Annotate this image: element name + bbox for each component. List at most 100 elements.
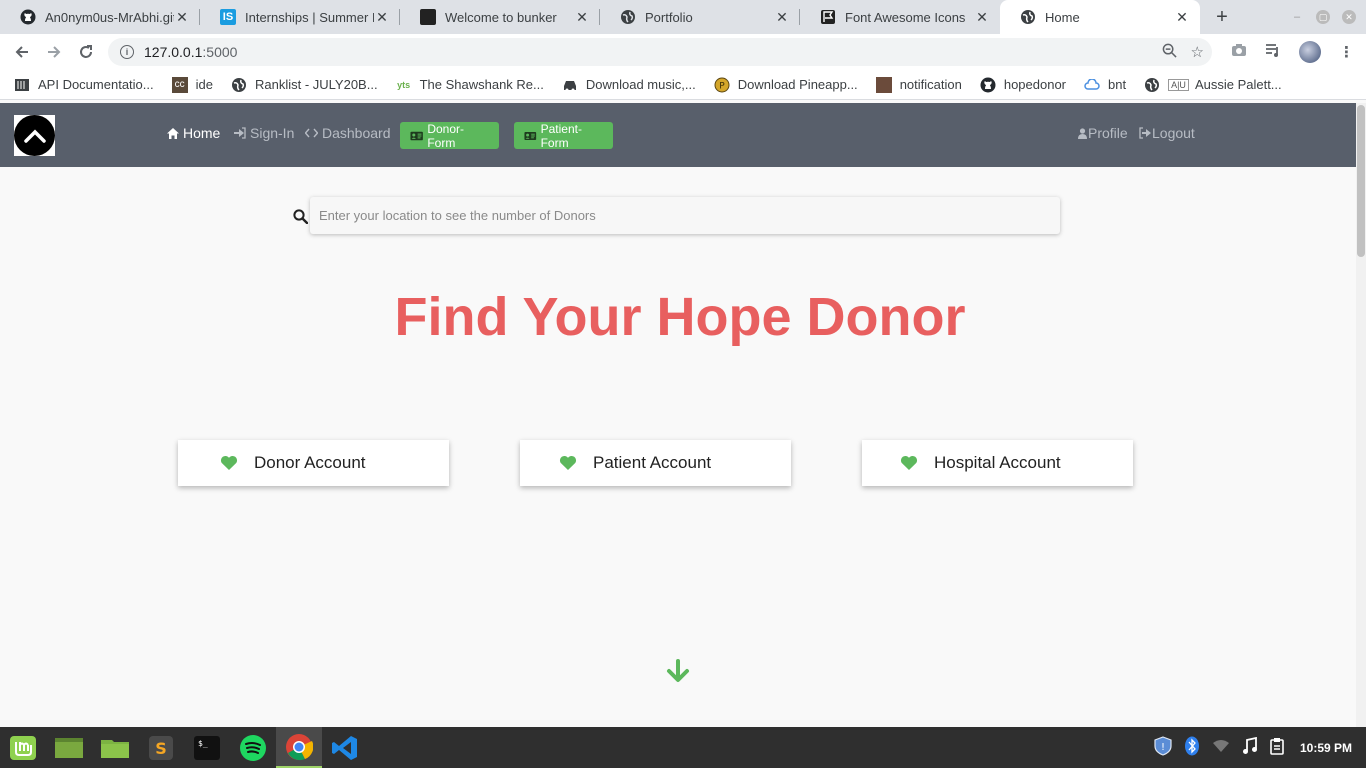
bookmark-item[interactable]: Ranklist - JULY20B... (231, 77, 378, 93)
internshala-icon: IS (220, 9, 236, 25)
bookmark-item[interactable]: notification (875, 76, 962, 93)
nav-home-label: Home (183, 125, 221, 141)
reload-button[interactable] (70, 36, 102, 68)
bookmark-item[interactable]: API Documentatio... (14, 77, 154, 93)
scrollbar-thumb[interactable] (1357, 105, 1365, 257)
tab-portfolio[interactable]: Portfolio ✕ (600, 0, 800, 34)
close-window-icon[interactable]: ✕ (1342, 10, 1356, 24)
bookmark-star-icon[interactable]: ☆ (1191, 43, 1204, 61)
patient-account-button[interactable]: Patient Account (520, 440, 791, 486)
camera-icon[interactable] (1231, 43, 1247, 61)
tab-close-icon[interactable]: ✕ (574, 9, 590, 26)
hospital-account-button[interactable]: Hospital Account (862, 440, 1133, 486)
zoom-icon[interactable] (1162, 43, 1177, 62)
nav-home[interactable]: Home (167, 125, 220, 141)
bookmark-label: The Shawshank Re... (419, 77, 544, 92)
bookmark-label: API Documentatio... (38, 77, 154, 92)
clock[interactable]: 10:59 PM (1300, 741, 1352, 755)
code-icon (305, 128, 318, 138)
donor-account-button[interactable]: Donor Account (178, 440, 449, 486)
nav-dashboard[interactable]: Dashboard (305, 125, 391, 141)
id-card-icon (524, 131, 537, 140)
tab-internshala[interactable]: IS Internships | Summer In ✕ (200, 0, 400, 34)
bookmark-label: notification (899, 77, 962, 92)
terminal-icon[interactable]: $_ (184, 727, 230, 768)
chrome-icon[interactable] (276, 727, 322, 768)
shield-icon[interactable]: ! (1154, 736, 1172, 759)
wifi-icon[interactable] (1212, 739, 1230, 756)
bookmark-label: Aussie Palett... (1194, 77, 1282, 92)
id-card-icon (410, 131, 423, 140)
nav-signin[interactable]: Sign-In (234, 125, 294, 141)
profile-avatar[interactable] (1299, 41, 1321, 63)
hero-title: Find Your Hope Donor (394, 287, 966, 347)
search-icon (293, 209, 309, 227)
files-folder-icon[interactable] (92, 727, 138, 768)
tab-close-icon[interactable]: ✕ (774, 9, 790, 26)
portrait-icon (875, 76, 892, 93)
tab-close-icon[interactable]: ✕ (174, 9, 190, 26)
bookmark-item[interactable]: Download music,... (562, 77, 696, 93)
browser-tab-strip: An0nym0us-MrAbhi.gith ✕ IS Internships |… (0, 0, 1366, 34)
media-queue-icon[interactable] (1265, 43, 1281, 61)
github-icon (980, 77, 996, 93)
coin-icon: P (714, 77, 730, 93)
bookmark-item[interactable]: hopedonor (980, 77, 1066, 93)
bluetooth-icon[interactable] (1184, 736, 1200, 759)
bunker-icon (420, 9, 436, 25)
patient-form-button[interactable]: Patient-Form (514, 122, 613, 150)
page-scrollbar[interactable] (1356, 103, 1366, 727)
bookmark-item[interactable]: A|U Aussie Palett... (1144, 77, 1282, 93)
tab-font-awesome[interactable]: Font Awesome Icons ✕ (800, 0, 1000, 34)
arrow-down-icon[interactable] (666, 659, 690, 686)
tab-close-icon[interactable]: ✕ (374, 9, 390, 26)
bookmark-item[interactable]: yts The Shawshank Re... (396, 77, 544, 93)
tab-close-icon[interactable]: ✕ (974, 9, 990, 26)
svg-text:S: S (155, 739, 167, 758)
cloud-icon (1084, 77, 1100, 93)
bookmark-item[interactable]: bnt (1084, 77, 1126, 93)
clipboard-icon[interactable] (1270, 737, 1284, 758)
donor-form-button[interactable]: Donor-Form (400, 121, 499, 150)
tab-close-icon[interactable]: ✕ (1174, 9, 1190, 26)
tab-bunker[interactable]: Welcome to bunker ✕ (400, 0, 600, 34)
github-icon (20, 9, 36, 25)
vscode-icon[interactable] (322, 727, 368, 768)
svg-text:$_: $_ (198, 739, 208, 748)
tab-title: An0nym0us-MrAbhi.gith (45, 9, 174, 25)
restore-icon[interactable]: ▢ (1316, 10, 1330, 24)
heart-icon (559, 455, 577, 471)
forward-button[interactable] (38, 36, 70, 68)
nav-dashboard-label: Dashboard (322, 125, 391, 141)
donor-form-label: Donor-Form (427, 121, 465, 150)
new-tab-button[interactable]: + (1200, 0, 1244, 34)
spotify-icon[interactable] (230, 727, 276, 768)
tab-home[interactable]: Home ✕ (1000, 0, 1200, 34)
tab-github[interactable]: An0nym0us-MrAbhi.gith ✕ (0, 0, 200, 34)
back-button[interactable] (6, 36, 38, 68)
arrow-left-icon (15, 46, 28, 58)
url-text: 127.0.0.1:5000 (144, 44, 237, 60)
globe-icon (620, 9, 636, 25)
bookmark-item[interactable]: cc ide (171, 76, 213, 93)
show-desktop-icon[interactable] (46, 727, 92, 768)
bookmarks-bar: API Documentatio... cc ide Ranklist - JU… (0, 70, 1366, 100)
heart-icon (220, 455, 238, 471)
reload-icon (80, 45, 92, 58)
bookmark-label: hopedonor (1003, 77, 1067, 92)
site-info-icon[interactable]: i (120, 45, 134, 59)
sublime-text-icon[interactable]: S (138, 727, 184, 768)
address-bar[interactable]: i 127.0.0.1:5000 ☆ (108, 38, 1212, 66)
tab-title: Internships | Summer In (245, 9, 374, 25)
toolbar-extensions: ⋮ (1231, 34, 1354, 70)
nav-logout[interactable]: Logout (1139, 125, 1195, 141)
site-logo[interactable] (14, 115, 55, 156)
bookmark-item[interactable]: P Download Pineapp... (714, 77, 858, 93)
location-search-input[interactable] (310, 197, 1060, 234)
mint-menu-icon[interactable] (0, 727, 46, 768)
nav-profile[interactable]: Profile (1078, 125, 1128, 141)
minimize-icon[interactable]: – (1290, 10, 1304, 24)
donor-account-label: Donor Account (254, 453, 366, 472)
music-note-icon[interactable] (1242, 736, 1258, 758)
menu-kebab-icon[interactable]: ⋮ (1339, 43, 1354, 61)
